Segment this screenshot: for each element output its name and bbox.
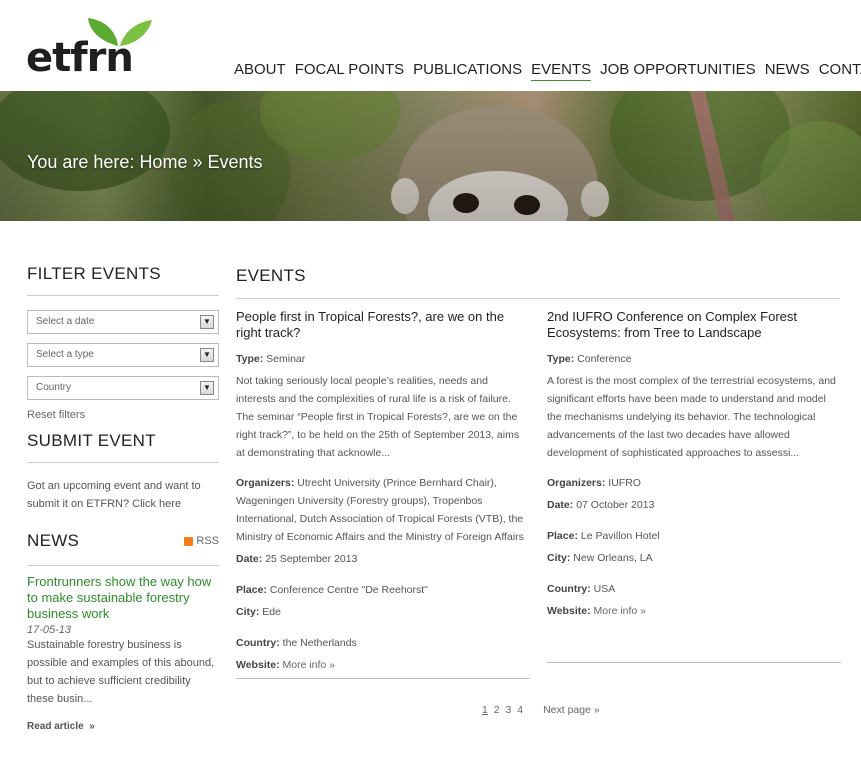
more-info-link[interactable]: More info » <box>594 605 647 617</box>
site-logo[interactable]: etfrn <box>26 16 156 81</box>
country-select-value: Country <box>36 382 72 393</box>
chevron-down-icon: ▼ <box>200 315 214 329</box>
filter-heading: FILTER EVENTS <box>27 264 219 296</box>
breadcrumb-home[interactable]: Home <box>139 152 187 172</box>
event-title[interactable]: 2nd IUFRO Conference on Complex Forest E… <box>547 309 841 341</box>
event-organizers: IUFRO <box>608 477 641 489</box>
breadcrumb-prefix: You are here: <box>27 152 135 172</box>
submit-text: Got an upcoming event and want to submit… <box>27 477 219 513</box>
nav-publications[interactable]: PUBLICATIONS <box>413 61 522 81</box>
page-link-2[interactable]: 2 <box>494 704 500 716</box>
event-title[interactable]: People first in Tropical Forests?, are w… <box>236 309 530 341</box>
event-type: Seminar <box>266 353 306 365</box>
rss-label: RSS <box>196 535 219 547</box>
type-select-value: Select a type <box>36 349 94 360</box>
read-article-arrow: » <box>89 721 95 732</box>
date-select-value: Select a date <box>36 316 95 327</box>
page-link-3[interactable]: 3 <box>506 704 512 716</box>
country-label: Country: <box>236 637 280 649</box>
next-page-link[interactable]: Next page » <box>543 704 600 716</box>
logo-text: etfrn <box>26 35 134 81</box>
more-info-link[interactable]: More info » <box>283 659 336 671</box>
nav-about[interactable]: ABOUT <box>234 61 286 81</box>
news-article-title[interactable]: Frontrunners show the way how to make su… <box>27 574 219 622</box>
date-label: Date: <box>547 499 574 511</box>
main-nav: ABOUT FOCAL POINTS PUBLICATIONS EVENTS J… <box>234 61 861 81</box>
nav-news[interactable]: NEWS <box>765 61 810 81</box>
nav-focal-points[interactable]: FOCAL POINTS <box>295 61 404 81</box>
event-country: USA <box>593 583 616 595</box>
read-article-label: Read article <box>27 721 84 732</box>
nav-job-opportunities[interactable]: JOB OPPORTUNITIES <box>600 61 756 81</box>
breadcrumb: You are here: Home » Events <box>27 152 263 173</box>
type-label: Type: <box>236 353 264 365</box>
page-link-1[interactable]: 1 <box>482 704 488 716</box>
event-city: New Orleans, LA <box>573 552 653 564</box>
date-select[interactable]: Select a date ▼ <box>27 310 219 334</box>
nav-contact[interactable]: CONTACT <box>819 61 861 81</box>
pagination: 1 2 3 4 Next page » <box>482 704 603 716</box>
news-article-excerpt: Sustainable forestry business is possibl… <box>27 639 215 705</box>
submit-heading: SUBMIT EVENT <box>27 431 219 463</box>
organizers-label: Organizers: <box>547 477 606 489</box>
city-label: City: <box>547 552 571 564</box>
website-label: Website: <box>236 659 280 671</box>
organizers-label: Organizers: <box>236 477 295 489</box>
event-city: Ede <box>262 606 281 618</box>
events-divider <box>236 298 840 299</box>
event-summary: Not taking seriously local people’s real… <box>236 375 520 459</box>
event-summary: A forest is the most complex of the terr… <box>547 375 836 459</box>
country-select[interactable]: Country ▼ <box>27 376 219 400</box>
breadcrumb-current: Events <box>207 152 263 172</box>
city-label: City: <box>236 606 260 618</box>
submit-click-here-link[interactable]: Click here <box>132 498 181 510</box>
event-divider <box>236 678 530 679</box>
event-divider <box>547 662 841 663</box>
events-heading: EVENTS <box>236 266 306 285</box>
event-date: 07 October 2013 <box>576 499 655 511</box>
breadcrumb-separator: » <box>192 152 203 172</box>
hero-banner: You are here: Home » Events <box>0 91 861 221</box>
event-card: People first in Tropical Forests?, are w… <box>236 309 530 679</box>
reset-filters-link[interactable]: Reset filters <box>27 409 219 421</box>
type-select[interactable]: Select a type ▼ <box>27 343 219 367</box>
page-link-4[interactable]: 4 <box>517 704 523 716</box>
news-article-date: 17-05-13 <box>27 624 72 636</box>
country-label: Country: <box>547 583 591 595</box>
event-card: 2nd IUFRO Conference on Complex Forest E… <box>547 309 841 663</box>
rss-icon <box>184 536 194 546</box>
event-type: Conference <box>577 353 632 365</box>
website-label: Website: <box>547 605 591 617</box>
event-country: the Netherlands <box>282 637 357 649</box>
chevron-down-icon: ▼ <box>200 381 214 395</box>
place-label: Place: <box>236 584 267 596</box>
event-date: 25 September 2013 <box>265 553 358 565</box>
event-place: Conference Centre "De Reehorst" <box>269 584 428 596</box>
rss-link[interactable]: RSS <box>184 535 219 547</box>
chevron-down-icon: ▼ <box>200 348 214 362</box>
event-place: Le Pavillon Hotel <box>580 530 660 542</box>
place-label: Place: <box>547 530 578 542</box>
nav-events[interactable]: EVENTS <box>531 61 592 81</box>
read-article-link[interactable]: Read article » <box>27 721 95 732</box>
sidebar: FILTER EVENTS Select a date ▼ Select a t… <box>27 264 219 734</box>
type-label: Type: <box>547 353 575 365</box>
date-label: Date: <box>236 553 263 565</box>
